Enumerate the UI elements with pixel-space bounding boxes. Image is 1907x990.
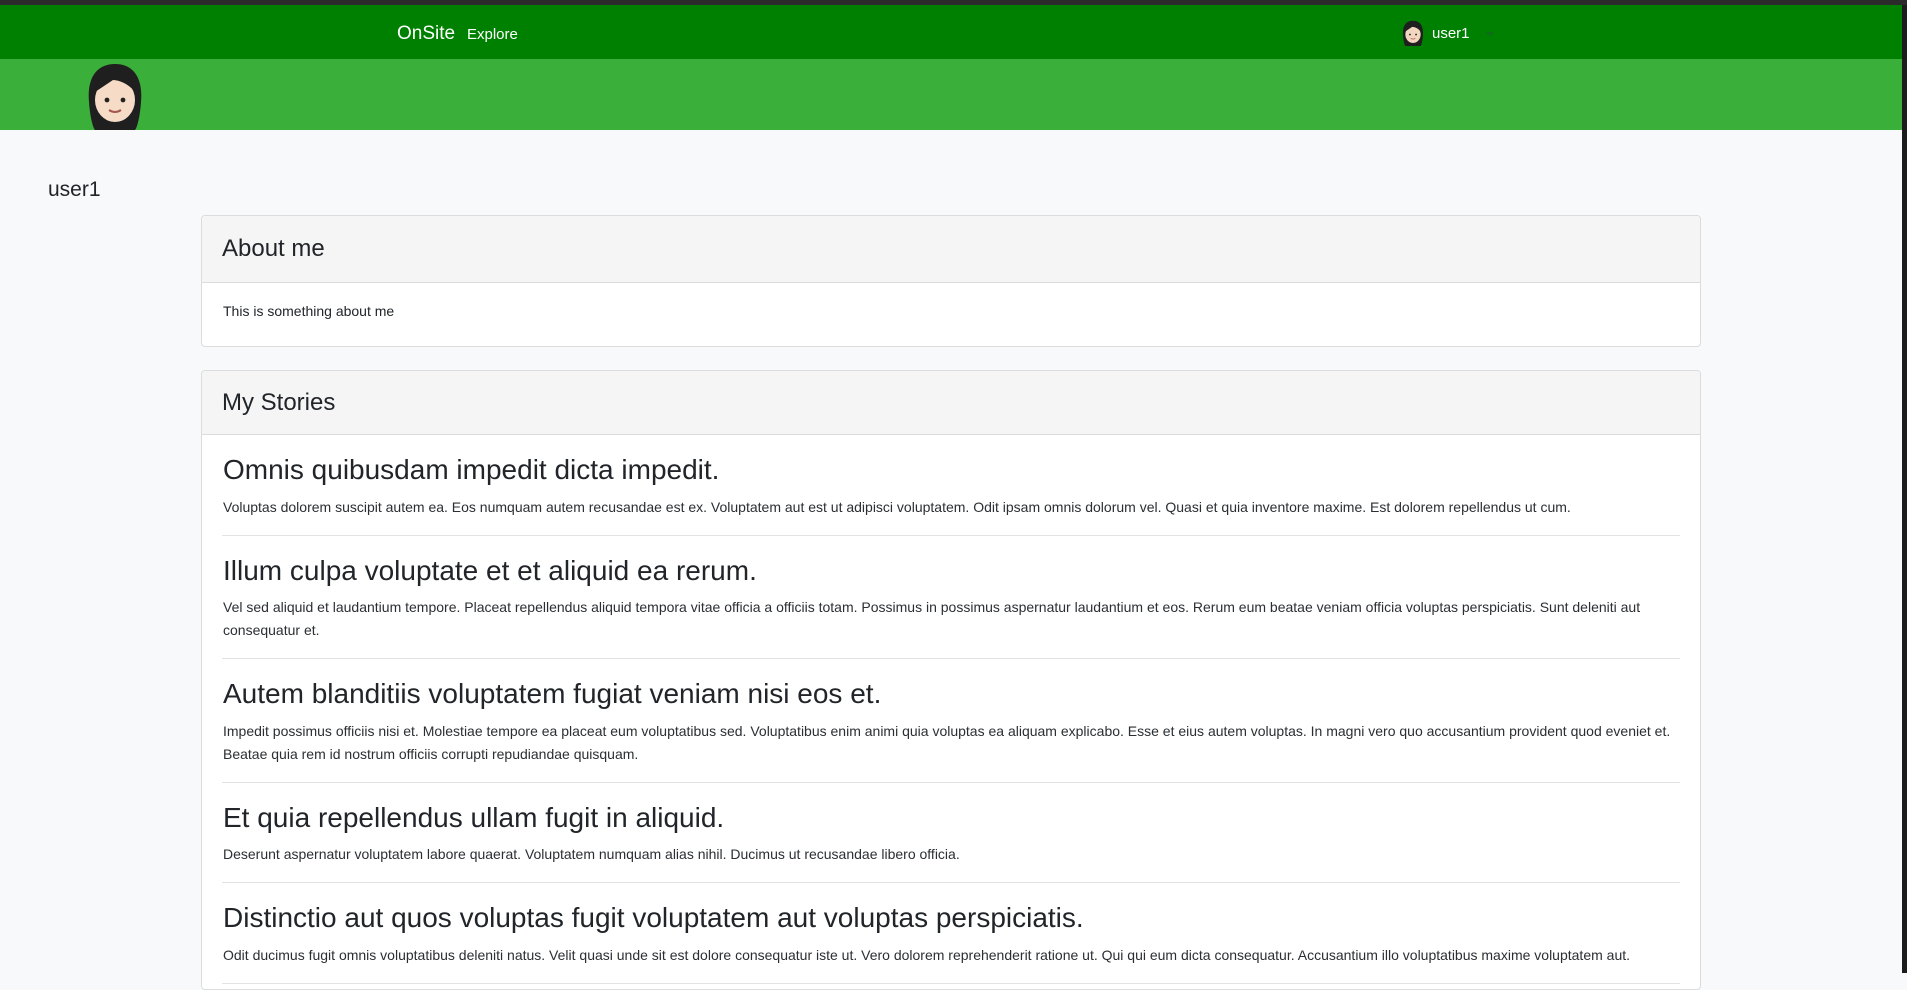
profile-banner: [0, 59, 1902, 130]
about-me-card: About me This is something about me: [201, 215, 1701, 347]
about-me-header: About me: [202, 216, 1700, 283]
story-title[interactable]: Distinctio aut quos voluptas fugit volup…: [223, 901, 1679, 935]
story-item[interactable]: Omnis quibusdam impedit dicta impedit. V…: [222, 435, 1680, 536]
story-body: Odit ducimus fugit omnis voluptatibus de…: [223, 946, 1631, 963]
story-item[interactable]: Illum culpa voluptate et et aliquid ea r…: [222, 536, 1680, 660]
about-me-text: This is something about me: [223, 303, 395, 319]
story-title[interactable]: Illum culpa voluptate et et aliquid ea r…: [223, 554, 1679, 588]
my-stories-title: My Stories: [222, 388, 336, 416]
woman-avatar-icon: [88, 64, 142, 130]
story-body: Voluptas dolorem suscipit autem ea. Eos …: [223, 498, 1571, 515]
woman-avatar-icon: [1402, 20, 1424, 46]
story-title[interactable]: Omnis quibusdam impedit dicta impedit.: [223, 453, 1679, 487]
story-body: Deserunt aspernatur voluptatem labore qu…: [223, 846, 960, 863]
story-title[interactable]: Autem blanditiis voluptatem fugiat venia…: [223, 677, 1679, 711]
nav-link-explore[interactable]: Explore: [467, 26, 518, 43]
my-stories-card: My Stories Omnis quibusdam impedit dicta…: [201, 370, 1701, 990]
story-body: Impedit possimus officiis nisi et. Moles…: [223, 722, 1671, 762]
story-item[interactable]: Distinctio aut quos voluptas fugit volup…: [222, 883, 1680, 984]
user-name-label: user1: [1432, 24, 1470, 42]
story-body: Vel sed aliquid et laudantium tempore. P…: [223, 599, 1641, 639]
story-list: Omnis quibusdam impedit dicta impedit. V…: [202, 435, 1700, 984]
chevron-down-icon: [1485, 32, 1494, 36]
story-item[interactable]: Et quia repellendus ullam fugit in aliqu…: [222, 783, 1680, 884]
story-title[interactable]: Et quia repellendus ullam fugit in aliqu…: [223, 801, 1679, 835]
about-me-title: About me: [222, 235, 325, 262]
my-stories-header: My Stories: [202, 371, 1700, 435]
scrollbar-gutter: [1902, 5, 1907, 973]
top-navbar: OnSite Explore user1: [0, 5, 1902, 59]
brand-link[interactable]: OnSite: [397, 23, 455, 45]
profile-username: user1: [48, 178, 101, 201]
user-dropdown-toggle[interactable]: user1: [1400, 18, 1494, 48]
story-item[interactable]: Autem blanditiis voluptatem fugiat venia…: [222, 659, 1680, 783]
